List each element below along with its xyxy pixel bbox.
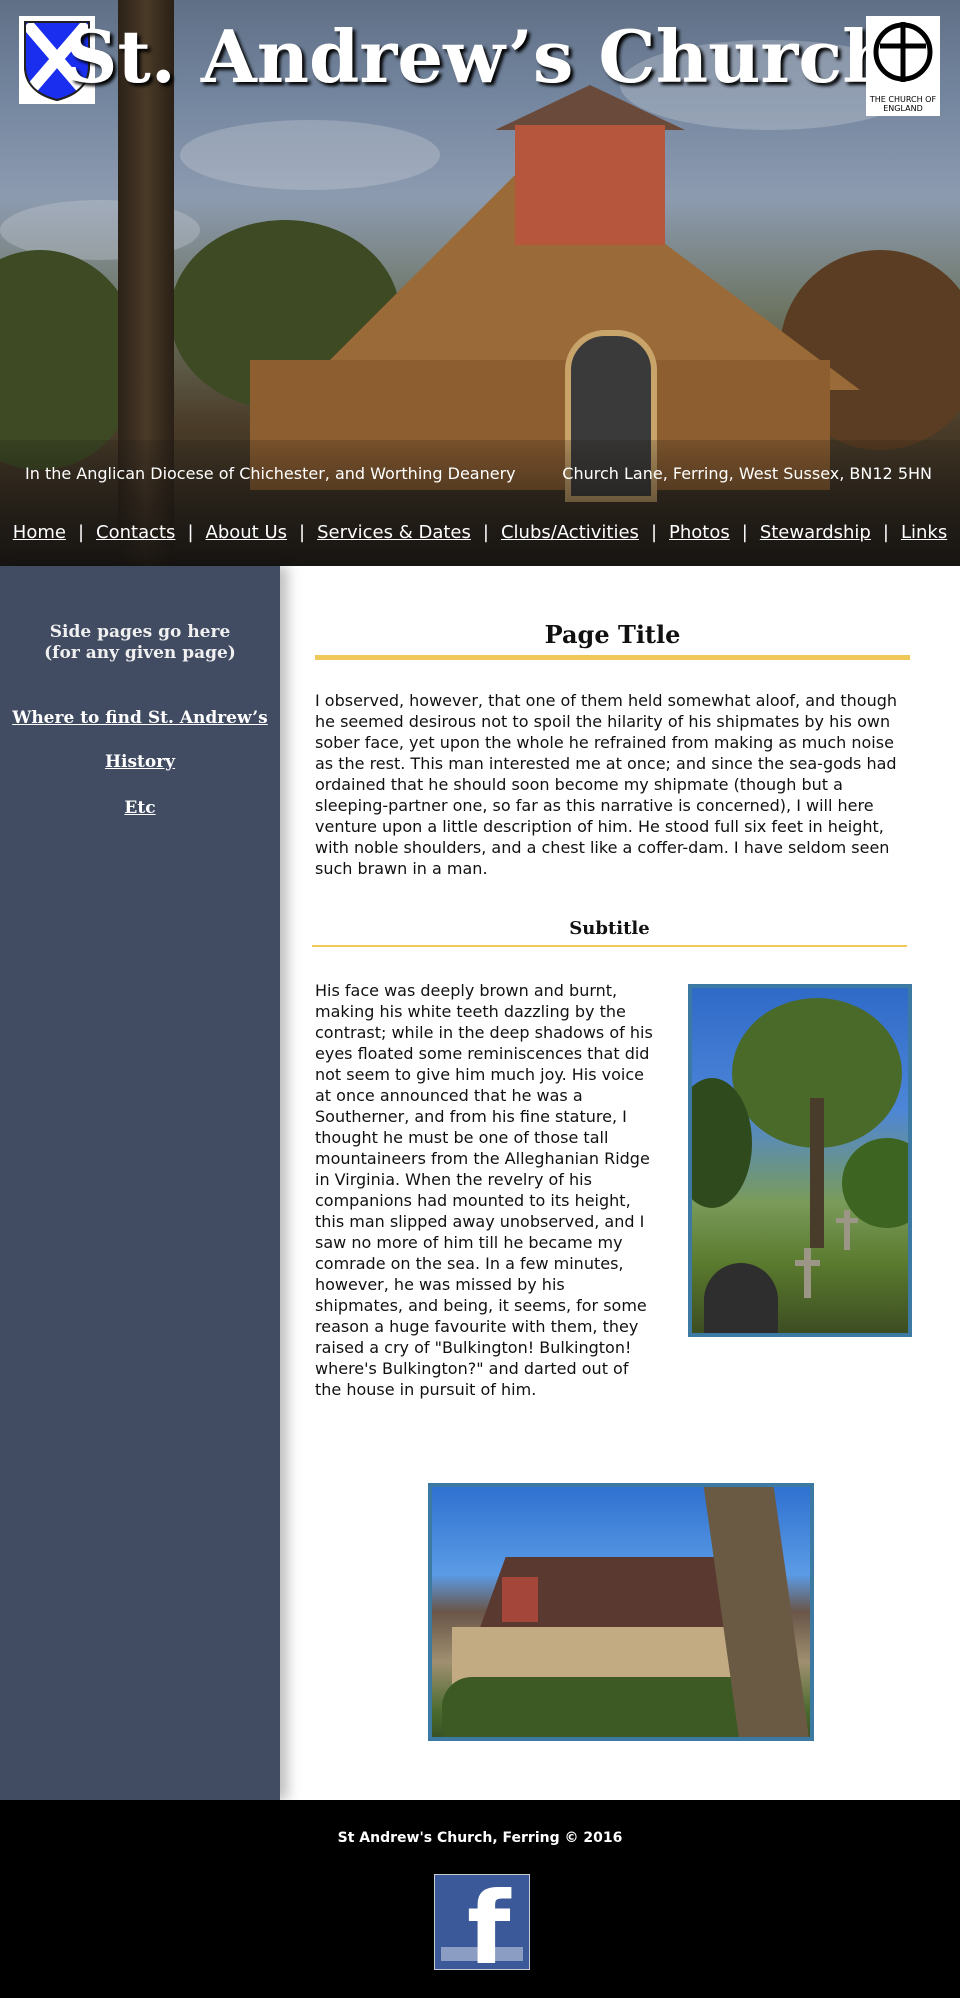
nav-item-services-dates[interactable]: Services & Dates [317,522,471,543]
church-of-england-logo[interactable]: THE CHURCH OF ENGLAND [866,16,940,116]
nav-item-stewardship[interactable]: Stewardship [760,522,871,543]
nav-item-photos[interactable]: Photos [669,522,730,543]
nav-item-clubs-activities[interactable]: Clubs/Activities [501,522,639,543]
address-tagline: Church Lane, Ferring, West Sussex, BN12 … [562,464,932,483]
nav-item-links[interactable]: Links [901,522,947,543]
sidebar-link-etc[interactable]: Etc [0,798,280,818]
nav-item-home[interactable]: Home [13,522,66,543]
sidebar-link-history[interactable]: History [0,752,280,772]
footer: St Andrew's Church, Ferring © 2016 f [0,1800,960,1998]
site-title: St. Andrew’s Church [65,14,895,99]
nav-separator: | [77,522,85,543]
header-banner: St. Andrew’s Church THE CHURCH OF ENGLAN… [0,0,960,566]
coe-cross-icon [873,22,933,82]
section-subtitle: Subtitle [312,918,907,947]
sidebar-heading-line1: Side pages go here [49,622,231,642]
nav-separator: | [650,522,658,543]
copyright-text: St Andrew's Church, Ferring © 2016 [337,1830,623,1846]
nav-separator: | [741,522,748,543]
diocese-tagline: In the Anglican Diocese of Chichester, a… [25,464,516,483]
body-paragraph: His face was deeply brown and burnt, mak… [315,981,653,1399]
main-content: Page Title I observed, however, that one… [280,566,960,1800]
nav-separator: | [882,522,889,543]
main-nav: Home | Contacts | About Us | Services & Dates |… [0,522,960,543]
facebook-icon[interactable]: f [434,1874,530,1970]
nav-separator: | [482,522,489,543]
nav-separator: | [299,522,306,543]
coe-caption: THE CHURCH OF ENGLAND [869,95,937,113]
sidebar-heading: Side pages go here (for any given page) [0,622,280,664]
page-title: Page Title [315,620,910,660]
sidebar-link-where-to-find[interactable]: Where to find St. Andrew’s [0,708,280,728]
facebook-f-glyph: f [467,1874,511,1970]
nav-separator: | [187,522,194,543]
churchyard-photo [688,984,912,1337]
sidebar: Side pages go here (for any given page) … [0,566,280,1800]
church-exterior-photo [428,1483,814,1741]
nav-item-contacts[interactable]: Contacts [96,522,175,543]
nav-item-about-us[interactable]: About Us [206,522,288,543]
intro-paragraph: I observed, however, that one of them he… [315,691,898,878]
sidebar-heading-line2: (for any given page) [44,643,236,663]
